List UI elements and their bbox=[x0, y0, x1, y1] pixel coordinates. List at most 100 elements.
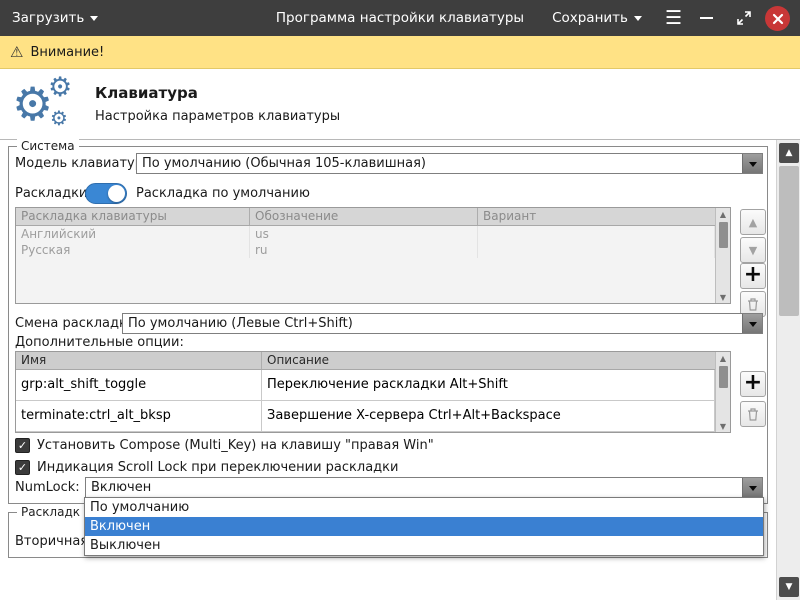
save-menu-label: Сохранить bbox=[552, 10, 628, 26]
scroll-up-button[interactable]: ▲ bbox=[779, 143, 799, 163]
cell-code: us bbox=[250, 226, 478, 242]
layout-group-legend: Раскладк bbox=[17, 505, 84, 519]
add-option-button[interactable]: + bbox=[740, 371, 766, 397]
chevron-down-icon bbox=[742, 154, 762, 173]
minimize-button[interactable] bbox=[696, 0, 716, 36]
arrow-down-icon: ▼ bbox=[749, 245, 757, 256]
menu-icon[interactable]: ☰ bbox=[665, 0, 682, 36]
compose-checkbox[interactable]: ✓ Установить Compose (Multi_Key) на клав… bbox=[15, 437, 434, 454]
scrollbar-thumb[interactable] bbox=[719, 366, 728, 388]
page-subtitle: Настройка параметров клавиатуры bbox=[95, 109, 340, 124]
options-table: Имя Описание grp:alt_shift_toggle Перекл… bbox=[15, 351, 731, 433]
scroll-down-button[interactable]: ▼ bbox=[779, 577, 799, 597]
save-menu-button[interactable]: Сохранить bbox=[552, 0, 642, 36]
close-button[interactable] bbox=[765, 6, 790, 31]
switch-layout-label: Смена раскладки: bbox=[15, 313, 140, 334]
secondary-layout-label: Вторичная bbox=[15, 531, 88, 552]
dropdown-option-default[interactable]: По умолчанию bbox=[85, 498, 763, 517]
page-title: Клавиатура bbox=[95, 84, 198, 102]
layouts-label: Раскладки: bbox=[15, 183, 92, 204]
cell-option-name: grp:alt_shift_toggle bbox=[16, 370, 262, 400]
cell-option-description: Переключение раскладки Alt+Shift bbox=[262, 370, 715, 400]
system-group-legend: Система bbox=[17, 139, 79, 153]
titlebar: Программа настройки клавиатуры Загрузить… bbox=[0, 0, 800, 36]
chevron-down-icon bbox=[742, 478, 762, 497]
load-menu-button[interactable]: Загрузить bbox=[12, 0, 98, 36]
maximize-button[interactable] bbox=[736, 10, 752, 30]
warning-bar: ⚠ Внимание! bbox=[0, 36, 800, 69]
app-header: ⚙ ⚙ ⚙ Клавиатура Настройка параметров кл… bbox=[0, 69, 800, 140]
vertical-scrollbar[interactable]: ▲ ▼ bbox=[776, 140, 800, 600]
trash-icon bbox=[746, 407, 760, 422]
cell-layout: Русская bbox=[16, 242, 250, 258]
chevron-down-icon bbox=[634, 16, 642, 25]
dropdown-option-enabled[interactable]: Включен bbox=[85, 517, 763, 536]
add-layout-button[interactable]: + bbox=[740, 263, 766, 289]
scroll-down-icon[interactable]: ▼ bbox=[720, 291, 726, 303]
options-label: Дополнительные опции: bbox=[15, 335, 184, 351]
close-icon bbox=[772, 13, 784, 25]
table-row[interactable]: Русская ru bbox=[16, 242, 730, 258]
checkbox-label: Индикация Scroll Lock при переключении р… bbox=[37, 460, 398, 475]
table-row[interactable]: grp:alt_shift_toggle Переключение раскла… bbox=[16, 370, 730, 401]
cell-code: ru bbox=[250, 242, 478, 258]
toggle-knob bbox=[108, 185, 125, 202]
expand-icon bbox=[736, 10, 752, 26]
numlock-label: NumLock: bbox=[15, 477, 80, 498]
trash-icon bbox=[746, 297, 760, 312]
check-icon: ✓ bbox=[18, 440, 27, 451]
move-down-button[interactable]: ▼ bbox=[740, 237, 766, 263]
scrolllock-checkbox[interactable]: ✓ Индикация Scroll Lock при переключении… bbox=[15, 459, 398, 476]
chevron-down-icon bbox=[90, 16, 98, 25]
scroll-down-icon[interactable]: ▼ bbox=[720, 420, 726, 432]
scrollbar-thumb[interactable] bbox=[779, 166, 799, 316]
numlock-select[interactable]: Включен bbox=[85, 477, 763, 498]
gear-icon: ⚙ bbox=[50, 108, 68, 128]
chevron-down-icon bbox=[742, 314, 762, 333]
table-scrollbar[interactable]: ▲ ▼ bbox=[715, 208, 730, 303]
combo-value: По умолчанию (Левые Ctrl+Shift) bbox=[123, 314, 742, 333]
cell-variant bbox=[478, 242, 715, 258]
column-header-description: Описание bbox=[262, 352, 715, 369]
table-header: Имя Описание bbox=[16, 352, 730, 370]
table-scrollbar[interactable]: ▲ ▼ bbox=[715, 352, 730, 432]
cell-option-name: terminate:ctrl_alt_bksp bbox=[16, 401, 262, 431]
checkbox-checked-icon: ✓ bbox=[15, 460, 30, 475]
check-icon: ✓ bbox=[18, 462, 27, 473]
scroll-up-icon[interactable]: ▲ bbox=[720, 208, 726, 220]
numlock-dropdown-list: По умолчанию Включен Выключен bbox=[84, 497, 764, 556]
system-group: Система Модель клавиатуры: По умолчанию … bbox=[8, 146, 768, 504]
column-header-layout: Раскладка клавиатуры bbox=[16, 208, 250, 225]
keyboard-model-select[interactable]: По умолчанию (Обычная 105-клавишная) bbox=[136, 153, 763, 174]
column-header-variant: Вариант bbox=[478, 208, 715, 225]
load-menu-label: Загрузить bbox=[12, 10, 84, 26]
table-row[interactable]: Английский us bbox=[16, 226, 730, 242]
cell-option-description: Завершение X-сервера Ctrl+Alt+Backspace bbox=[262, 401, 715, 431]
column-header-name: Имя bbox=[16, 352, 262, 369]
switch-layout-select[interactable]: По умолчанию (Левые Ctrl+Shift) bbox=[122, 313, 763, 334]
minimize-icon bbox=[700, 17, 713, 20]
cell-layout: Английский bbox=[16, 226, 250, 242]
scroll-up-icon[interactable]: ▲ bbox=[720, 352, 726, 364]
keyboard-settings-icon: ⚙ ⚙ ⚙ bbox=[12, 72, 76, 134]
cell-variant bbox=[478, 226, 715, 242]
checkbox-label: Установить Compose (Multi_Key) на клавиш… bbox=[37, 438, 434, 453]
move-up-button[interactable]: ▲ bbox=[740, 209, 766, 235]
arrow-up-icon: ▲ bbox=[749, 217, 757, 228]
warning-text: Внимание! bbox=[30, 45, 104, 60]
plus-icon: + bbox=[744, 372, 762, 394]
delete-option-button[interactable] bbox=[740, 401, 766, 427]
scrollbar-thumb[interactable] bbox=[719, 222, 728, 248]
arrow-down-icon: ▼ bbox=[786, 582, 793, 592]
layouts-toggle-label: Раскладка по умолчанию bbox=[136, 183, 310, 204]
arrow-up-icon: ▲ bbox=[786, 148, 793, 158]
warning-icon: ⚠ bbox=[10, 45, 23, 60]
plus-icon: + bbox=[744, 264, 762, 286]
table-row[interactable]: terminate:ctrl_alt_bksp Завершение X-сер… bbox=[16, 401, 730, 432]
gear-icon: ⚙ bbox=[48, 74, 72, 101]
layouts-table: Раскладка клавиатуры Обозначение Вариант… bbox=[15, 207, 731, 304]
checkbox-checked-icon: ✓ bbox=[15, 438, 30, 453]
column-header-code: Обозначение bbox=[250, 208, 478, 225]
dropdown-option-disabled[interactable]: Выключен bbox=[85, 536, 763, 555]
layouts-default-toggle[interactable] bbox=[85, 183, 127, 204]
